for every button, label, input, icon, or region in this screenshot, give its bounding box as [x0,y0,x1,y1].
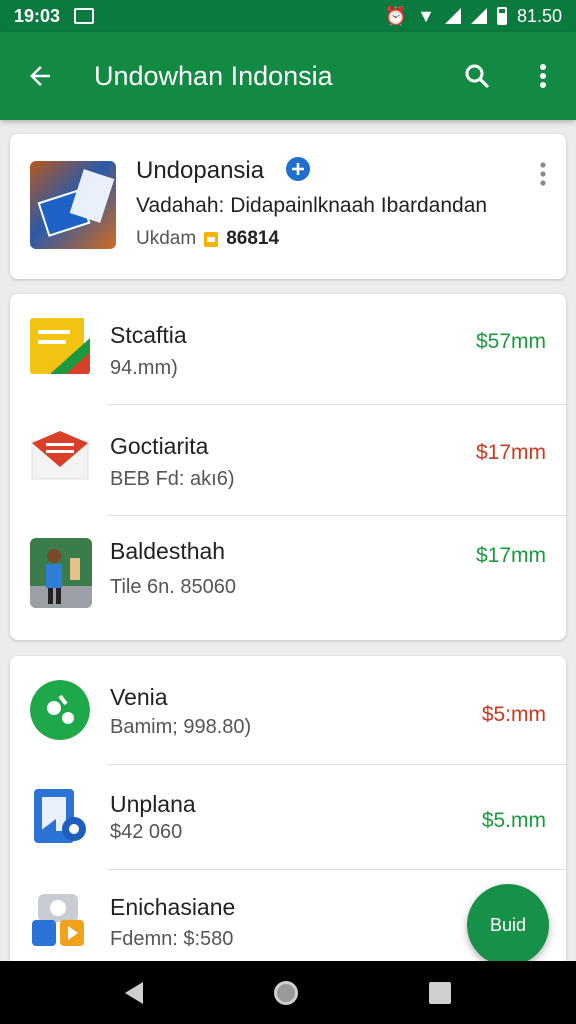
featured-meta-label: Ukdam [136,228,197,249]
maps-app-icon [30,680,90,740]
price-tag-icon [204,231,219,247]
featured-description: Vadahah: Didapainlknaah Ibardandan [136,194,488,217]
list-item-price: $5:mm [481,703,546,726]
list-item[interactable]: Stcaftia 94.mm) $57mm [10,294,566,404]
list-item-label: Goctiarita [110,433,209,459]
status-bar: 19:03 ⏰ ▼ 81.50 [0,0,576,32]
list-item-price: $17mm [475,441,546,464]
back-arrow-icon [30,66,50,86]
alarm-icon: ⏰ [384,5,408,26]
list-item[interactable]: Unplana $42 060 $5.mm [10,765,566,869]
list-item-price: $17mm [475,544,546,567]
back-nav-icon[interactable] [125,981,144,1004]
app-bar: Undowhan Indonsia [0,32,576,120]
signal-icon-2 [470,8,487,24]
list-item[interactable]: Baldesthah Tile 6n. 85060 $17mm [10,516,566,640]
featured-card[interactable]: Undopansia Vadahah: Didapainlknaah Ibard… [10,134,566,279]
battery-icon [496,7,507,25]
photo-thumbnail [30,538,92,608]
list-item-sub: Fdemn: $:580 [110,928,234,950]
list-item-sub: BEB Fd: akı6) [110,468,235,490]
search-button[interactable] [444,32,510,120]
more-vert-icon [540,64,546,88]
list-item-label: Unplana [110,791,196,817]
status-time: 19:03 [14,5,61,26]
list-item[interactable]: Venia Bamim; 998.80) $5:mm [10,656,566,764]
list-item-sub: Tile 6n. 85060 [110,576,237,598]
signal-icon [444,8,461,24]
featured-name: Undopansia [136,156,311,185]
list-item-sub: 94.mm) [110,357,178,379]
page-title: Undowhan Indonsia [94,60,333,91]
featured-meta-value: 86814 [226,228,280,249]
list-item-sub: $42 060 [110,821,183,843]
home-nav-icon[interactable] [273,980,298,1005]
list-item-sub: Bamim; 998.80) [110,716,252,738]
featured-more-button[interactable] [540,162,546,191]
list-item-label: Enichasiane [110,894,236,920]
wifi-icon: ▼ [417,5,435,26]
notification-icon [74,8,95,24]
document-app-icon [30,316,90,376]
list-item[interactable]: Goctiarita BEB Fd: akı6) $17mm [10,405,566,515]
overflow-menu-button[interactable] [510,32,576,120]
list-card-1: Stcaftia 94.mm) $57mm Goctiarita BEB Fd:… [10,294,566,640]
list-item-price: $5.mm [481,809,546,832]
list-item-label: Venia [110,684,168,710]
mail-app-icon [30,427,90,487]
status-icons: ⏰ ▼ 81.50 [385,6,562,27]
featured-meta: Ukdam 86814 [136,228,279,250]
list-item-label: Stcaftia [110,322,187,348]
list-item-price: $57mm [475,330,546,353]
recents-nav-icon[interactable] [428,981,451,1004]
photos-app-icon [30,890,90,950]
back-button[interactable] [0,32,80,120]
files-app-icon [30,787,90,847]
system-nav-bar [0,961,576,1024]
list-item-label: Baldesthah [110,538,226,564]
featured-thumbnail [30,161,116,249]
search-icon [465,64,489,88]
add-circle-icon[interactable] [285,156,311,182]
build-fab[interactable]: Buid [467,884,549,966]
more-vert-icon [540,162,546,186]
battery-percent: 81.50 [516,5,562,26]
